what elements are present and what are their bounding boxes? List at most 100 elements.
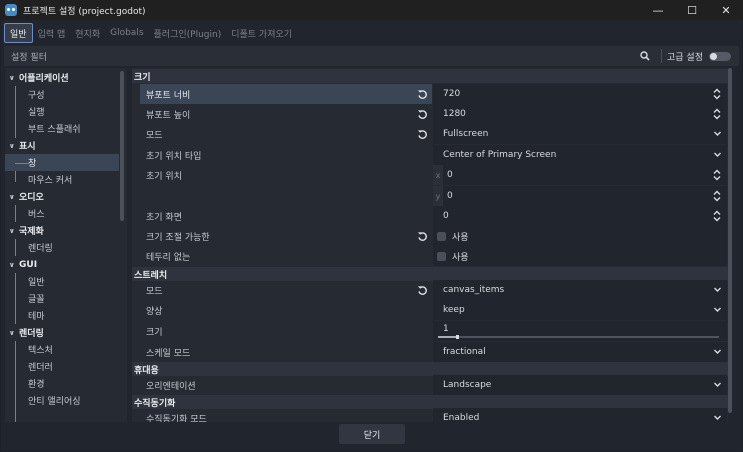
chevron-down-icon — [714, 131, 721, 136]
property-initial-position: 초기 위치 x0 — [132, 165, 728, 185]
tree-item-theme[interactable]: 테마 — [5, 307, 119, 324]
slider-handle[interactable] — [456, 335, 459, 339]
tree-item-gui-common[interactable]: 일반 — [5, 273, 119, 290]
slider-track[interactable] — [438, 336, 719, 338]
tree-category-rendering[interactable]: ∨ 렌더링 — [5, 324, 119, 341]
initial-screen-spinbox[interactable]: 0 — [433, 206, 727, 226]
spin-arrows-icon[interactable] — [713, 169, 721, 181]
checkbox-unchecked-icon[interactable] — [437, 231, 446, 241]
property-label: 뷰포트 높이 — [140, 104, 432, 124]
initial-position-y-spinbox[interactable]: y0 — [433, 186, 727, 206]
tab-input-map[interactable]: 입력 맵 — [33, 23, 71, 43]
spin-arrows-icon[interactable] — [713, 210, 721, 222]
tab-import-defaults[interactable]: 디폴트 가져오기 — [226, 23, 297, 43]
tree-category-audio[interactable]: ∨ 오디오 — [5, 188, 119, 205]
tree-item-textures[interactable]: 텍스처 — [5, 341, 119, 358]
section-stretch: 스트레치 — [132, 267, 728, 281]
property-label: 수직동기화 모드 — [146, 414, 207, 423]
property-label: 오리엔테이션 — [146, 381, 196, 392]
stretch-scale-slider[interactable]: 1 — [433, 321, 727, 341]
viewport-width-spinbox[interactable]: 720 — [433, 84, 727, 104]
property-label: 뷰포트 너비 — [140, 84, 432, 104]
property-viewport-height: 뷰포트 높이 1280 — [132, 104, 728, 124]
resizable-checkbox[interactable]: 사용 — [433, 226, 727, 246]
property-label: 양상 — [146, 306, 163, 317]
spin-arrows-icon[interactable] — [713, 190, 721, 202]
scale-mode-dropdown[interactable]: fractional — [433, 342, 727, 362]
orientation-dropdown[interactable]: Landscape — [433, 375, 727, 395]
tab-plugins[interactable]: 플러그인(Plugin) — [149, 23, 227, 43]
tree-item-boot-splash[interactable]: 부트 스플래쉬 — [5, 120, 119, 137]
divider — [661, 49, 663, 63]
axis-label-y: y — [433, 186, 443, 206]
advanced-settings-label: 고급 설정 — [667, 52, 703, 63]
property-stretch-aspect: 양상 keep — [132, 300, 728, 320]
vsync-mode-dropdown[interactable]: Enabled — [433, 408, 727, 422]
property-label: 모드 — [140, 124, 432, 144]
tree-item-mouse-cursor[interactable]: 마우스 커서 — [5, 171, 119, 188]
window-controls: — ☐ ✕ — [641, 0, 743, 20]
close-window-button[interactable]: ✕ — [709, 0, 743, 20]
tree-item-buses[interactable]: 버스 — [5, 205, 119, 222]
tree-item-renderer[interactable]: 렌더러 — [5, 358, 119, 375]
revert-icon[interactable] — [417, 129, 428, 140]
maximize-button[interactable]: ☐ — [675, 0, 709, 20]
tab-globals[interactable]: Globals — [105, 23, 148, 43]
inspector-scrollbar[interactable] — [728, 68, 732, 413]
tab-localization[interactable]: 현지화 — [70, 23, 105, 43]
tree-category-internationalization[interactable]: ∨ 국제화 — [5, 222, 119, 239]
property-orientation: 오리엔테이션 Landscape — [132, 375, 728, 395]
property-stretch-mode: 모드 canvas_items — [132, 280, 728, 300]
property-label: 초기 화면 — [146, 212, 182, 223]
stretch-aspect-dropdown[interactable]: keep — [433, 300, 727, 320]
godot-logo-icon — [5, 4, 17, 16]
settings-category-tree: ∨ 어플리케이션 구성 실행 부트 스플래쉬 ∨ 표시 창 마우스 커서 ∨ 오디오 … — [5, 68, 127, 422]
chevron-down-icon — [714, 382, 721, 387]
tree-item-config[interactable]: 구성 — [5, 86, 119, 103]
tree-category-gui[interactable]: ∨ GUI — [5, 256, 119, 273]
tab-general[interactable]: 일반 — [4, 23, 33, 43]
initial-position-type-dropdown[interactable]: Center of Primary Screen — [433, 145, 727, 165]
property-label: 크기 — [146, 327, 163, 338]
chevron-down-icon: ∨ — [9, 141, 15, 150]
revert-icon[interactable] — [417, 109, 428, 120]
advanced-settings-toggle[interactable] — [709, 51, 731, 61]
viewport-height-spinbox[interactable]: 1280 — [433, 104, 727, 124]
minimize-button[interactable]: — — [641, 0, 675, 20]
tree-item-environment[interactable]: 환경 — [5, 375, 119, 392]
tree-item-rendering-i18n[interactable]: 렌더링 — [5, 239, 119, 256]
section-size: 크기 — [132, 69, 728, 83]
tree-category-display[interactable]: ∨ 표시 — [5, 137, 119, 154]
property-label: 테두리 없는 — [146, 252, 191, 263]
sidebar-scrollbar[interactable] — [120, 71, 124, 221]
tree-item-anti-aliasing[interactable]: 안티 앨리어싱 — [5, 392, 119, 409]
initial-position-x-spinbox[interactable]: x0 — [433, 165, 727, 185]
property-initial-position-y: y0 — [132, 186, 728, 206]
borderless-checkbox[interactable]: 사용 — [433, 246, 727, 266]
revert-icon[interactable] — [417, 285, 428, 296]
tree-item-run[interactable]: 실행 — [5, 103, 119, 120]
property-label: 크기 조절 가능한 — [140, 226, 432, 246]
tree-category-application[interactable]: ∨ 어플리케이션 — [5, 69, 119, 86]
property-vsync-mode: 수직동기화 모드 Enabled — [132, 408, 728, 422]
chevron-down-icon: ∨ — [9, 226, 15, 235]
property-label: 스케일 모드 — [146, 348, 191, 359]
spin-arrows-icon[interactable] — [713, 108, 721, 120]
settings-filter-input[interactable]: 설정 필터 — [11, 50, 637, 63]
checkbox-unchecked-icon[interactable] — [437, 251, 446, 261]
property-borderless: 테두리 없는 사용 — [132, 246, 728, 266]
window-title: 프로젝트 설정 (project.godot) — [23, 6, 146, 17]
property-label: 초기 위치 — [146, 171, 182, 182]
spin-arrows-icon[interactable] — [713, 88, 721, 100]
revert-icon[interactable] — [417, 89, 428, 100]
revert-icon[interactable] — [417, 231, 428, 242]
property-inspector: 크기 뷰포트 너비 720 뷰포트 높이 1280 모드 Fullscreen — [132, 68, 728, 422]
tree-item-fonts[interactable]: 글꼴 — [5, 290, 119, 307]
window-mode-dropdown[interactable]: Fullscreen — [433, 124, 727, 144]
close-button[interactable]: 닫기 — [339, 424, 405, 444]
property-stretch-scale: 크기 1 — [132, 321, 728, 341]
chevron-down-icon — [714, 287, 721, 292]
search-icon — [637, 48, 653, 64]
chevron-down-icon: ∨ — [9, 260, 15, 269]
stretch-mode-dropdown[interactable]: canvas_items — [433, 280, 727, 300]
